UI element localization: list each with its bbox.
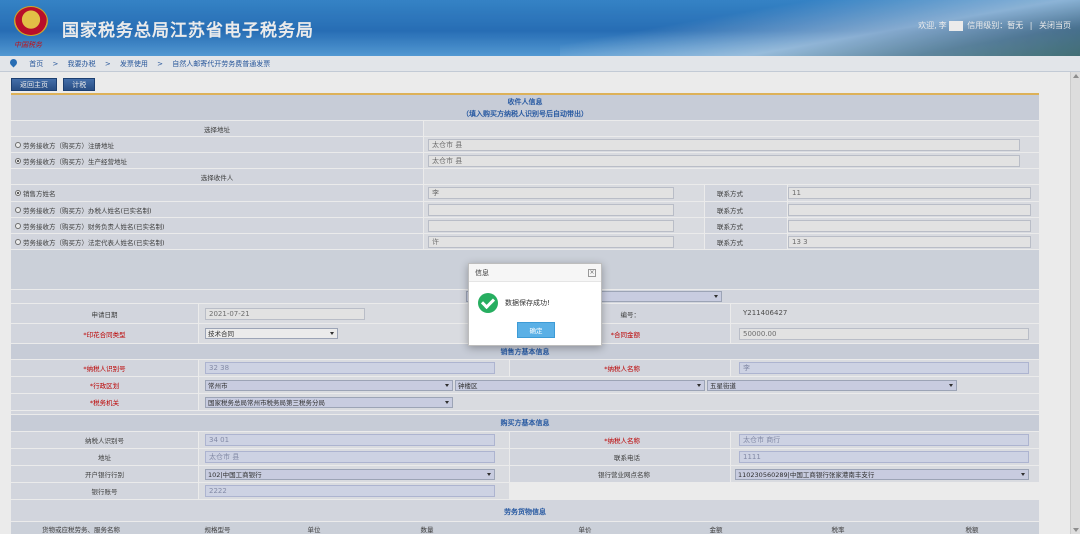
dialog-message: 数据保存成功! <box>505 299 550 307</box>
confirm-button[interactable]: 确定 <box>517 322 555 338</box>
close-icon[interactable]: × <box>588 269 596 277</box>
dialog-title: 信息 <box>469 264 601 282</box>
info-dialog: 信息 × 数据保存成功! 确定 <box>468 263 602 346</box>
success-check-icon <box>478 293 498 313</box>
